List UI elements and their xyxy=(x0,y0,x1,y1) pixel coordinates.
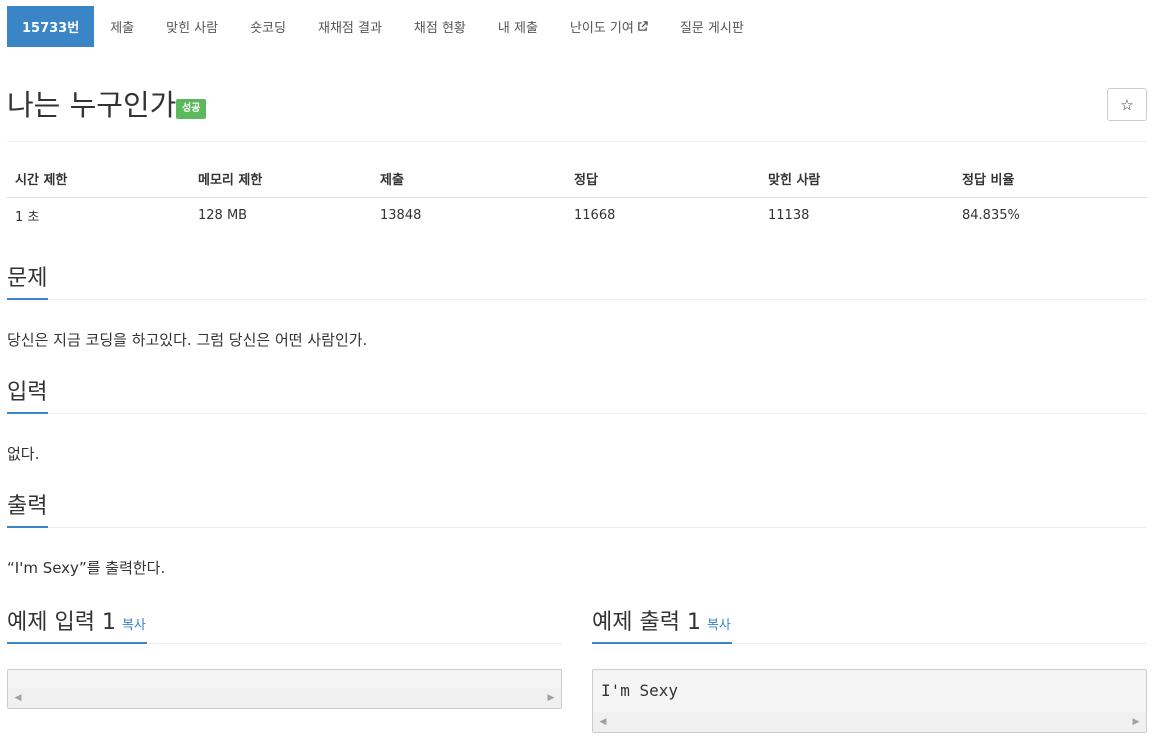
sample-output-content: I'm Sexy xyxy=(601,681,679,700)
solved-users-value: 11138 xyxy=(768,207,810,223)
sample-input-content xyxy=(8,670,561,688)
header-memory-limit: 메모리 제한 xyxy=(190,161,372,198)
page-title: 나는 누구인가 xyxy=(7,88,177,122)
favorite-button[interactable]: ☆ xyxy=(1107,88,1147,121)
accepted-value: 11668 xyxy=(574,207,616,223)
output-section: 출력 “I'm Sexy”를 출력한다. xyxy=(7,492,1147,577)
tab-short-coding[interactable]: 숏코딩 xyxy=(234,6,302,47)
submissions-value: 13848 xyxy=(380,207,422,223)
input-section: 입력 없다. xyxy=(7,378,1147,463)
star-icon: ☆ xyxy=(1120,95,1134,114)
status-badge: 성공 xyxy=(176,99,207,119)
output-description: “I'm Sexy”를 출력한다. xyxy=(7,559,166,577)
header-solved-users: 맞힌 사람 xyxy=(760,161,954,198)
header-accepted: 정답 xyxy=(566,161,760,198)
output-section-title: 출력 xyxy=(7,492,49,528)
external-link-icon xyxy=(638,21,648,31)
problem-description: 당신은 지금 코딩을 하고있다. 그럼 당신은 어떤 사람인가. xyxy=(7,331,368,349)
sample-input-title: 예제 입력 1 xyxy=(7,610,116,635)
header-submissions: 제출 xyxy=(372,161,566,198)
problem-section-header: 문제 xyxy=(7,264,1147,300)
sample-output-header: 예제 출력 1 복사 xyxy=(592,608,1147,644)
problem-section-title: 문제 xyxy=(7,264,49,300)
table-header-row: 시간 제한 메모리 제한 제출 정답 맞힌 사람 정답 비율 xyxy=(7,161,1147,198)
scroll-left-icon[interactable]: ◀ xyxy=(595,712,611,732)
tab-my-submissions[interactable]: 내 제출 xyxy=(482,6,554,47)
sample-input-title-wrap: 예제 입력 1 복사 xyxy=(7,608,147,644)
tab-question-board[interactable]: 질문 게시판 xyxy=(664,6,760,47)
tab-rejudge-results[interactable]: 재채점 결과 xyxy=(302,6,398,47)
sample-input-box: ◀ ▶ xyxy=(7,669,562,709)
input-description: 없다. xyxy=(7,445,40,463)
scroll-right-icon[interactable]: ▶ xyxy=(543,688,559,708)
tab-difficulty-contribution[interactable]: 난이도 기여 xyxy=(554,6,664,47)
sample-input-header: 예제 입력 1 복사 xyxy=(7,608,562,644)
tab-submit[interactable]: 제출 xyxy=(94,6,150,47)
input-section-title: 입력 xyxy=(7,378,49,414)
tab-difficulty-label: 난이도 기여 xyxy=(569,21,634,36)
horizontal-scrollbar[interactable]: ◀ ▶ xyxy=(8,688,561,708)
sample-output-box: I'm Sexy ◀ ▶ xyxy=(592,669,1147,733)
problem-info-table: 시간 제한 메모리 제한 제출 정답 맞힌 사람 정답 비율 1 초 128 M… xyxy=(7,161,1147,233)
memory-limit-value: 128 MB xyxy=(198,207,248,223)
copy-sample-output-button[interactable]: 복사 xyxy=(707,618,731,633)
input-section-header: 입력 xyxy=(7,378,1147,414)
tab-judge-status[interactable]: 채점 현황 xyxy=(398,6,482,47)
time-limit-value: 1 초 xyxy=(15,209,40,225)
tab-problem[interactable]: 15733번 xyxy=(7,6,95,47)
tab-solved-users[interactable]: 맞힌 사람 xyxy=(150,6,234,47)
sample-input-section: 예제 입력 1 복사 ◀ ▶ xyxy=(7,608,562,709)
problem-header: 나는 누구인가 성공 ☆ xyxy=(7,86,1147,142)
problem-nav: 15733번 제출 맞힌 사람 숏코딩 재채점 결과 채점 현황 내 제출 난이… xyxy=(7,6,760,47)
problem-section: 문제 당신은 지금 코딩을 하고있다. 그럼 당신은 어떤 사람인가. xyxy=(7,264,1147,349)
sample-output-section: 예제 출력 1 복사 I'm Sexy ◀ ▶ xyxy=(592,608,1147,733)
table-row: 1 초 128 MB 13848 11668 11138 84.835% xyxy=(7,197,1147,233)
scroll-right-icon[interactable]: ▶ xyxy=(1128,712,1144,732)
accept-ratio-value: 84.835% xyxy=(962,207,1020,223)
output-section-header: 출력 xyxy=(7,492,1147,528)
header-time-limit: 시간 제한 xyxy=(7,161,190,198)
horizontal-scrollbar[interactable]: ◀ ▶ xyxy=(593,712,1146,732)
copy-sample-input-button[interactable]: 복사 xyxy=(122,618,146,633)
sample-output-title-wrap: 예제 출력 1 복사 xyxy=(592,608,732,644)
sample-output-title: 예제 출력 1 xyxy=(592,610,701,635)
header-accept-ratio: 정답 비율 xyxy=(954,161,1147,198)
scroll-left-icon[interactable]: ◀ xyxy=(10,688,26,708)
